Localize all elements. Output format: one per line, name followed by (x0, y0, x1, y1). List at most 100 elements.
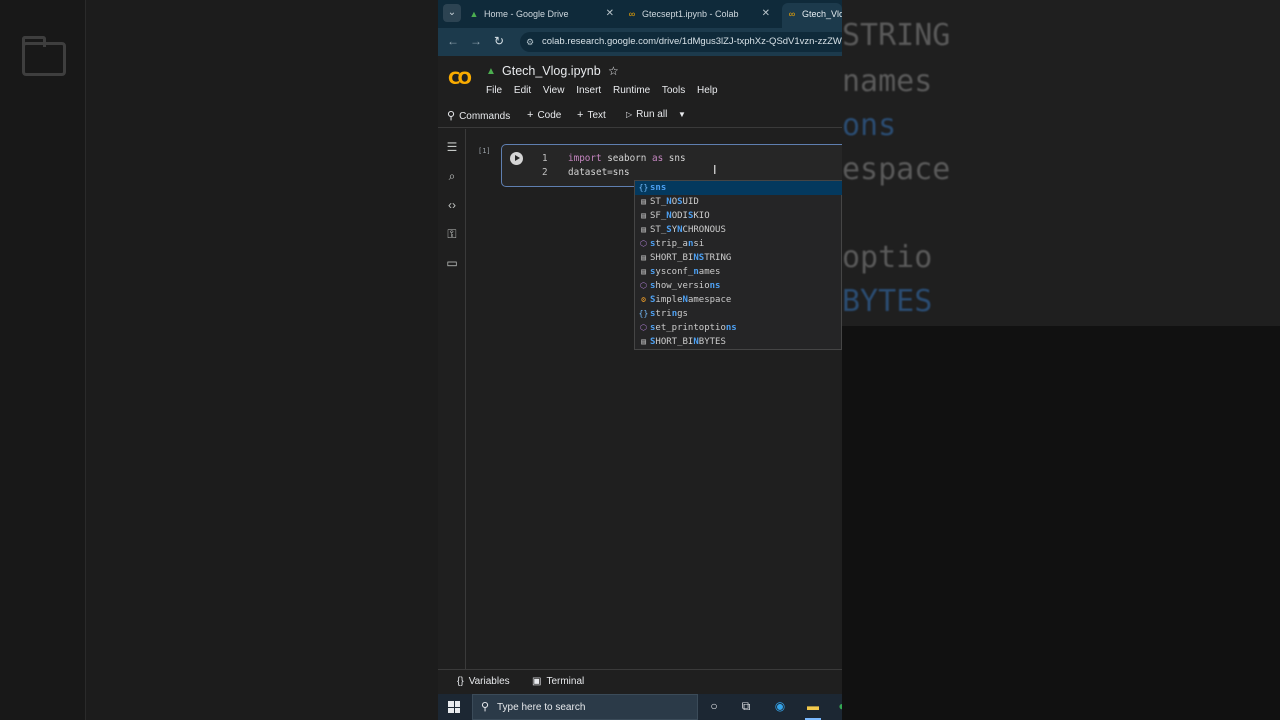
add-code-button[interactable]: + Code (527, 109, 561, 121)
suggestion-item[interactable]: ▤ SHORT_BINBYTES (635, 335, 842, 349)
back-arrow-icon[interactable]: ← (447, 34, 459, 48)
suggestion-text: TRING (704, 253, 732, 263)
file-explorer-icon[interactable]: ▬ (805, 699, 821, 720)
close-tab-icon[interactable]: ✕ (606, 3, 614, 25)
run-all-label: Run all (636, 109, 668, 120)
google-drive-icon: ▲ (469, 9, 479, 19)
constant-kind-icon: ▤ (641, 211, 646, 220)
suggestion-item[interactable]: ▤ ST_SYNCHRONOUS (635, 223, 842, 237)
suggestion-item[interactable]: ▤ SF_NODISKIO (635, 209, 842, 223)
menu-view[interactable]: View (543, 85, 565, 96)
colab-icon: ∞ (628, 9, 636, 19)
menu-file[interactable]: File (486, 85, 502, 96)
plus-icon: + (527, 109, 534, 121)
variables-button[interactable]: {} Variables (457, 676, 510, 687)
notebook-toolbar: ⚲ Commands + Code + Text ▷ Run all ▼ (438, 102, 842, 128)
browser-tab-active[interactable]: ∞ Gtech_Vlog (782, 3, 842, 28)
suggestion-item[interactable]: ▤ ST_NOSUID (635, 195, 842, 209)
suggestion-item[interactable]: ⬡ strip_ansi (635, 237, 842, 251)
star-icon[interactable]: ☆ (608, 64, 619, 78)
suggestion-text: trip_a (655, 239, 688, 249)
tab-search-dropdown[interactable]: ⌄ (443, 4, 461, 22)
suggestion-item[interactable]: {} sns (635, 181, 842, 195)
class-kind-icon: ⚙ (641, 295, 646, 304)
menu-bar: File Edit View Insert Runtime Tools Help (486, 85, 727, 96)
run-all-dropdown-icon[interactable]: ▼ (678, 110, 686, 119)
text-label: Text (587, 110, 606, 121)
background-left (0, 0, 438, 720)
browser-tab[interactable]: ∞ Gtecsept1.ipynb - Colab ✕ (626, 3, 774, 28)
tab-label: Home - Google Drive (484, 9, 569, 19)
menu-insert[interactable]: Insert (576, 85, 601, 96)
variable-kind-icon: {} (638, 183, 649, 192)
menu-edit[interactable]: Edit (514, 85, 531, 96)
suggestion-item[interactable]: ▤ sysconf_names (635, 265, 842, 279)
table-of-contents-icon[interactable]: ☰ (444, 139, 460, 155)
forward-arrow-icon[interactable]: → (470, 34, 482, 48)
close-tab-icon[interactable]: ✕ (762, 3, 770, 25)
suggestion-text: ames (698, 267, 721, 277)
browser-tab[interactable]: ▲ Home - Google Drive ✕ (468, 3, 618, 28)
plus-icon: + (577, 109, 584, 121)
edge-browser-icon[interactable]: ◉ (772, 699, 788, 713)
module-kind-icon: ⬡ (640, 239, 647, 248)
tab-label: Gtecsept1.ipynb - Colab (642, 9, 739, 19)
secrets-key-icon[interactable]: ⚿ (444, 226, 460, 242)
suggestion-text: si (693, 239, 705, 249)
suggestion-text: ST_ (650, 225, 667, 235)
site-info-icon[interactable]: ⚙ (526, 32, 534, 52)
windows-taskbar: ⚲ Type here to search ○ ⧉ ◉ ▬ ● (438, 694, 842, 720)
run-all-button[interactable]: ▷ Run all (626, 109, 667, 120)
menu-help[interactable]: Help (697, 85, 718, 96)
menu-tools[interactable]: Tools (662, 85, 685, 96)
background-right: STRING names ons espace optio BYTES (842, 0, 1280, 720)
search-icon: ⚲ (481, 701, 490, 713)
keyword: as (651, 153, 664, 164)
notebook-title[interactable]: Gtech_Vlog.ipynb (502, 64, 601, 78)
suggestion-text: SHORT_BI (650, 253, 694, 263)
add-text-button[interactable]: + Text (577, 109, 606, 121)
code-line[interactable]: 1 import seaborn as sns (542, 153, 686, 164)
module-kind-icon: ⬡ (640, 281, 647, 290)
variables-label: Variables (468, 676, 510, 687)
find-replace-icon[interactable]: ⌕ (444, 168, 460, 184)
code-snippets-icon[interactable]: ‹› (444, 197, 460, 213)
suggestion-text: SF_ (650, 211, 667, 221)
taskbar-search-box[interactable]: ⚲ Type here to search (472, 694, 698, 720)
task-view-icon[interactable]: ⧉ (738, 699, 754, 714)
cortana-circle-icon[interactable]: ○ (706, 699, 722, 713)
suggestion-item[interactable]: ▤ SHORT_BINSTRING (635, 251, 842, 265)
text-cursor-icon: I (713, 163, 717, 177)
suggestion-text: ysconf_ (655, 267, 694, 277)
address-bar-row: ← → ↻ ⚙ colab.research.google.com/drive/… (438, 28, 842, 56)
reload-icon[interactable]: ↻ (494, 34, 504, 48)
colab-icon: ∞ (788, 9, 796, 19)
files-folder-icon[interactable]: ▭ (444, 255, 460, 271)
code-line[interactable]: 2 dataset=sns (542, 167, 630, 178)
suggestion-item[interactable]: ⬡ show_versions (635, 279, 842, 293)
suggestion-text: CHRONOUS (682, 225, 726, 235)
terminal-button[interactable]: ▣ Terminal (532, 676, 584, 687)
windows-start-icon[interactable] (448, 701, 460, 713)
suggestion-text: KIO (693, 211, 710, 221)
suggestion-item[interactable]: ⚙ SimpleNamespace (635, 293, 842, 307)
commands-label: Commands (459, 111, 511, 122)
menu-runtime[interactable]: Runtime (613, 85, 650, 96)
constant-kind-icon: ▤ (641, 253, 646, 262)
suggestion-item[interactable]: ⬡ set_printoptions (635, 321, 842, 335)
colab-logo[interactable]: CO (448, 69, 472, 89)
keyword: import (568, 153, 602, 164)
background-text-line: names (842, 64, 933, 99)
left-sidebar: ☰ ⌕ ‹› ⚿ ▭ (438, 129, 466, 669)
colab-header: CO ▲ Gtech_Vlog.ipynb ☆ File Edit View I… (438, 56, 842, 102)
url-field[interactable]: ⚙ colab.research.google.com/drive/1dMgus… (520, 32, 842, 52)
suggestion-match-text: ns (725, 323, 737, 333)
screen-column: ⌄ ▲ Home - Google Drive ✕ ∞ Gtecsept1.ipyn… (438, 0, 842, 720)
suggestion-item[interactable]: {} strings (635, 307, 842, 321)
suggestion-text: UID (682, 197, 699, 207)
chrome-icon[interactable]: ● (834, 699, 842, 713)
search-placeholder: Type here to search (497, 702, 586, 713)
background-sidebar (0, 0, 86, 720)
run-cell-button[interactable] (510, 152, 523, 165)
commands-button[interactable]: ⚲ Commands (447, 109, 510, 122)
